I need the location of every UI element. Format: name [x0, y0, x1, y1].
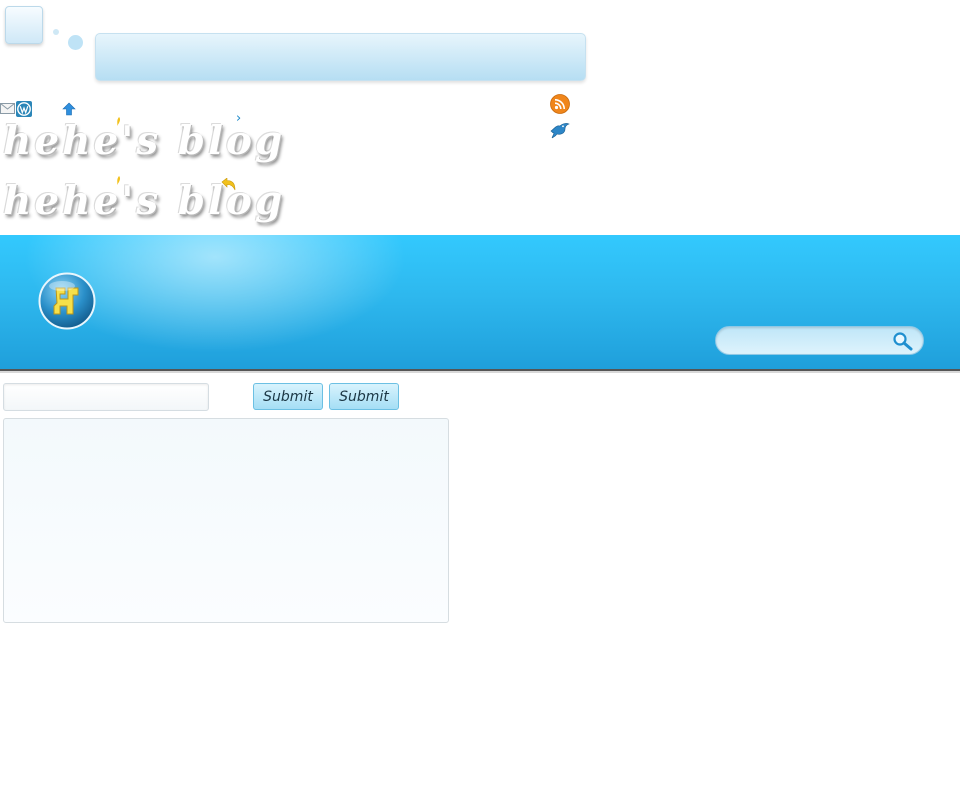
rss-icon[interactable]	[550, 94, 570, 114]
arrow-up-icon[interactable]	[62, 102, 76, 116]
header-divider-shadow	[0, 371, 960, 373]
bird-icon[interactable]	[550, 119, 570, 139]
decorative-tile	[5, 6, 43, 44]
submit-button-2[interactable]: Submit	[329, 383, 399, 410]
textarea-field[interactable]	[3, 418, 449, 623]
mail-icon[interactable]	[0, 103, 15, 114]
decorative-dot-small	[53, 29, 59, 35]
site-logo-hover[interactable]: hehe's blog	[3, 177, 282, 225]
submit-button-1[interactable]: Submit	[253, 383, 323, 410]
search-icon[interactable]	[892, 331, 914, 351]
site-badge-icon[interactable]	[38, 272, 96, 330]
site-logo[interactable]: hehe's blog	[3, 117, 282, 165]
sparkle-icon	[117, 117, 121, 126]
decorative-dot-large	[68, 35, 83, 50]
sparkle-icon	[117, 176, 121, 185]
reply-arrow-icon[interactable]	[221, 178, 236, 191]
text-input[interactable]	[3, 383, 209, 411]
wordpress-icon[interactable]	[16, 101, 32, 117]
top-banner-bar	[95, 33, 586, 81]
search-input[interactable]	[726, 330, 890, 352]
